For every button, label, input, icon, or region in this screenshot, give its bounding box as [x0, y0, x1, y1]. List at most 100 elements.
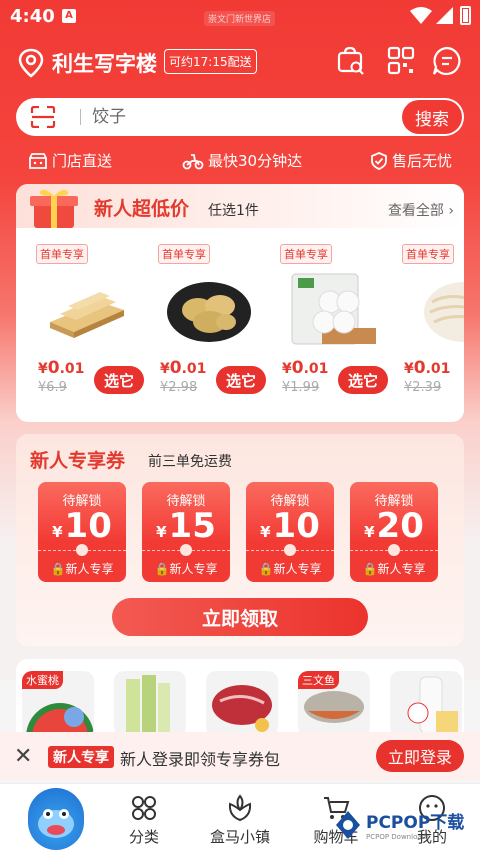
- coupon-amount: ¥20: [364, 506, 424, 546]
- search-button[interactable]: 搜索: [402, 100, 462, 134]
- product-card-potato[interactable]: 首单专享 ¥0.01 ¥2.98 选它: [156, 228, 271, 408]
- original-price: ¥2.39: [404, 380, 442, 395]
- coupon[interactable]: 待解锁 ¥10 🔒新人专享: [38, 482, 126, 582]
- feature-label: 售后无忧: [392, 152, 453, 170]
- login-promo-banner: ✕ 新人专享 新人登录即领专享券包 立即登录: [0, 732, 480, 780]
- coupon[interactable]: 待解锁 ¥10 🔒新人专享: [246, 482, 334, 582]
- scooter-icon: [182, 153, 204, 169]
- coupon-amount: ¥10: [52, 506, 112, 546]
- category-tag: 三文鱼: [298, 671, 339, 689]
- login-now-button[interactable]: 立即登录: [376, 740, 464, 772]
- delivery-eta-badge: 可约17:15配送: [164, 49, 257, 74]
- search-input[interactable]: [92, 104, 392, 130]
- beef-image: [212, 685, 272, 732]
- lock-icon: 🔒: [50, 562, 66, 576]
- product-price: ¥0.01: [160, 358, 207, 378]
- category-item-watermelon[interactable]: 水蜜桃: [22, 671, 94, 737]
- new-user-coupons-card: 新人专享券 前三单免运费 待解锁 ¥10 🔒新人专享 待解锁 ¥15 🔒新人专享…: [16, 434, 464, 646]
- original-price: ¥6.9: [38, 380, 67, 395]
- first-order-tag: 首单专享: [158, 244, 210, 264]
- new-user-subtitle: 任选1件: [208, 203, 259, 219]
- address-label[interactable]: 利生写字楼: [52, 48, 157, 78]
- first-order-tag: 首单专享: [280, 244, 332, 264]
- status-bar: 4:40 A 崇文门新世界店: [0, 0, 480, 34]
- product-row: 首单专享 ¥0.01 ¥6.9 选它 首单专享 ¥0.01 ¥2.98 选它 首…: [16, 228, 464, 414]
- tab-hema-town[interactable]: 盒马小镇: [200, 794, 280, 850]
- notification-app-icon: A: [62, 9, 76, 23]
- vegetables-image: [126, 675, 170, 737]
- first-order-tag: 首单专享: [402, 244, 454, 264]
- category-grid-icon: [132, 796, 156, 820]
- coupon-notch: [388, 544, 400, 556]
- product-price: ¥0.01: [404, 358, 451, 378]
- tab-label: 盒马小镇: [209, 828, 270, 846]
- feature-label: 最快30分钟达: [208, 152, 303, 170]
- category-item-vegetables[interactable]: [114, 671, 186, 737]
- original-price: ¥2.98: [160, 380, 198, 395]
- first-order-tag: 首单专享: [36, 244, 88, 264]
- product-price: ¥0.01: [282, 358, 329, 378]
- coupon-notch: [284, 544, 296, 556]
- promo-tag: 新人专享: [48, 746, 114, 768]
- coupons-title: 新人专享券: [30, 450, 126, 472]
- pick-button[interactable]: 选它: [338, 366, 388, 394]
- pick-button[interactable]: 选它: [216, 366, 266, 394]
- tulip-icon: [228, 794, 252, 822]
- category-item-milk[interactable]: [390, 671, 462, 737]
- new-user-header: 新人超低价 任选1件 查看全部 ›: [16, 184, 464, 234]
- shield-check-icon: [371, 151, 387, 170]
- message-bubble-icon[interactable]: [432, 46, 462, 76]
- category-item-fish[interactable]: 三文鱼: [298, 671, 370, 737]
- coupons-subtitle: 前三单免运费: [148, 454, 232, 470]
- pcpop-logo-icon: [336, 810, 360, 839]
- coupon-footer: 🔒新人专享: [154, 562, 218, 576]
- scan-icon[interactable]: [30, 106, 56, 128]
- battery-icon: [460, 6, 471, 25]
- potato-image: [167, 282, 251, 342]
- original-price: ¥1.99: [282, 380, 320, 395]
- product-card-noodles[interactable]: 首单专享 ¥0.01 ¥2.39: [400, 228, 464, 408]
- service-features: 门店直送 最快30分钟达 售后无忧: [0, 150, 480, 172]
- header: 利生写字楼 可约17:15配送: [0, 40, 480, 84]
- qr-code-icon[interactable]: [387, 46, 415, 76]
- hippo-mascot-icon[interactable]: [28, 788, 84, 850]
- coupon-footer: 🔒新人专享: [258, 562, 322, 576]
- coupon-notch: [76, 544, 88, 556]
- tab-label: 分类: [128, 828, 159, 846]
- promo-text: 新人登录即领专享券包: [120, 750, 281, 769]
- coupon[interactable]: 待解锁 ¥15 🔒新人专享: [142, 482, 230, 582]
- see-all-link[interactable]: 查看全部 ›: [388, 200, 454, 220]
- coupon-footer: 🔒新人专享: [362, 562, 426, 576]
- signal-icon: [436, 7, 453, 24]
- tab-categories[interactable]: 分类: [104, 794, 184, 850]
- product-card-buns[interactable]: 首单专享 ¥0.01 ¥1.99 选它: [278, 228, 393, 408]
- coupon-notch: [180, 544, 192, 556]
- new-user-deals-card: 新人超低价 任选1件 查看全部 › 首单专享 ¥0.01 ¥6.9 选它 首单专…: [16, 184, 464, 422]
- close-icon[interactable]: ✕: [14, 744, 32, 769]
- coupon[interactable]: 待解锁 ¥20 🔒新人专享: [350, 482, 438, 582]
- noodles-image: [424, 282, 464, 342]
- tofu-image: [50, 292, 124, 338]
- product-card-tofu[interactable]: 首单专享 ¥0.01 ¥6.9 选它: [34, 228, 149, 408]
- feature-label: 门店直送: [52, 152, 113, 170]
- feature-store-direct: 门店直送: [28, 150, 112, 171]
- steamed-buns-image: [291, 273, 376, 345]
- store-icon: [29, 152, 47, 169]
- category-tag: 水蜜桃: [22, 671, 63, 689]
- feature-fast-delivery: 最快30分钟达: [182, 150, 302, 171]
- pick-button[interactable]: 选它: [94, 366, 144, 394]
- shopping-bag-search-icon[interactable]: [336, 46, 366, 76]
- watermark-text: PCPOP下载: [366, 813, 465, 833]
- claim-now-button[interactable]: 立即领取: [112, 598, 368, 636]
- lock-icon: 🔒: [154, 562, 170, 576]
- search-bar: 搜索: [16, 98, 464, 136]
- location-pin-icon[interactable]: [18, 48, 44, 78]
- coupon-footer: 🔒新人专享: [50, 562, 114, 576]
- category-item-beef[interactable]: [206, 671, 278, 737]
- coupon-amount: ¥15: [156, 506, 216, 546]
- store-tag: 崇文门新世界店: [204, 11, 276, 26]
- chevron-right-icon: ›: [448, 203, 454, 219]
- status-time: 4:40: [10, 6, 55, 27]
- milk-image: [407, 676, 458, 734]
- watermark-subtext: PCPOP Downloads: [366, 833, 430, 841]
